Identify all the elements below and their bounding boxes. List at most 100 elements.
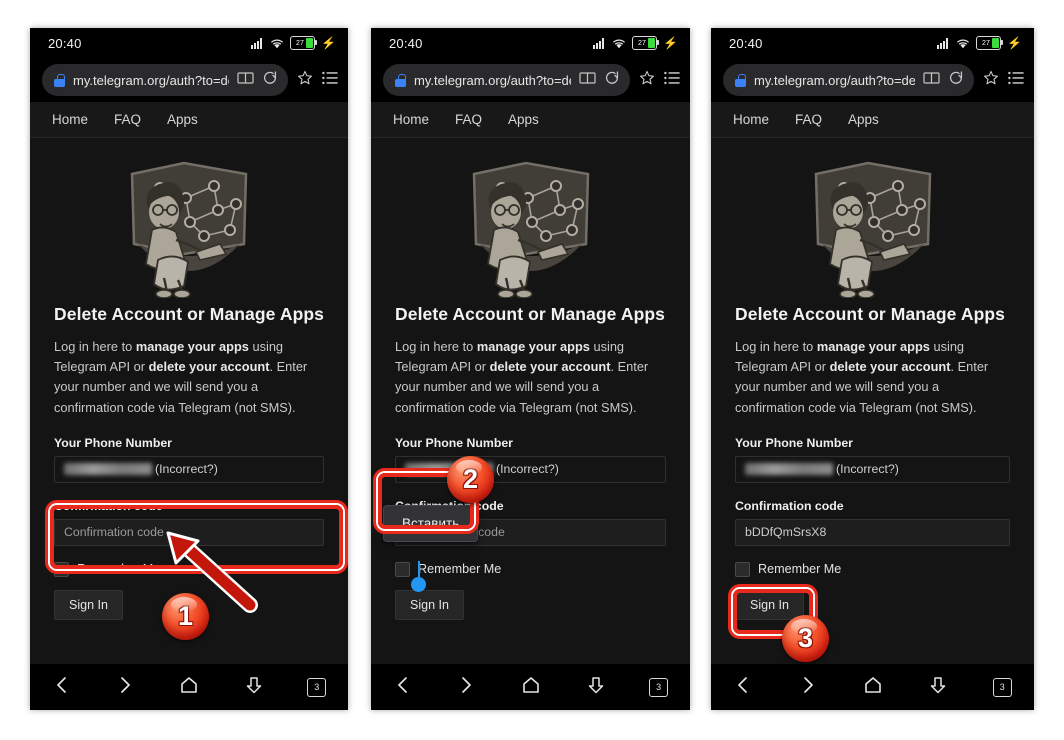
phone-incorrect-link[interactable]: (Incorrect?) [155,462,218,476]
star-icon[interactable] [639,70,655,91]
sidebar-item-faq[interactable]: FAQ [795,112,822,127]
remember-me-row[interactable]: Remember Me [735,561,1010,577]
tabs-icon[interactable]: 3 [307,677,327,697]
list-menu-icon[interactable] [322,71,338,90]
home-icon[interactable] [520,675,542,700]
text-caret [418,561,420,577]
book-icon[interactable] [237,71,254,90]
browser-toolbar: my.telegram.org/auth?to=de [711,58,1034,102]
sign-in-button[interactable]: Sign In [54,589,123,620]
annotation-step-badge-1: 1 [162,593,209,640]
reload-icon[interactable] [948,70,964,91]
url-text: my.telegram.org/auth?to=de [414,72,571,88]
status-time: 20:40 [389,35,423,51]
browser-bottom-nav: 3 [371,664,690,710]
home-icon[interactable] [862,675,884,700]
status-time: 20:40 [729,35,763,51]
intro-part-3: delete your account [489,359,611,375]
lock-icon [735,73,746,87]
sidebar-item-apps[interactable]: Apps [848,112,879,127]
lock-icon [395,73,406,87]
sidebar-item-apps[interactable]: Apps [508,112,539,127]
sign-in-button[interactable]: Sign In [735,589,804,620]
tabs-count: 3 [656,682,662,692]
download-arrow-icon[interactable] [244,675,264,700]
sidebar-item-faq[interactable]: FAQ [114,112,141,127]
reload-icon[interactable] [604,70,620,91]
omnibox[interactable]: my.telegram.org/auth?to=de [383,64,630,96]
url-text: my.telegram.org/auth?to=de [73,72,229,88]
page-intro: Log in here to manage your apps using Te… [54,337,324,418]
back-chevron-icon[interactable] [733,675,753,700]
paste-context-button[interactable]: Вставить [383,505,479,542]
browser-toolbar: my.telegram.org/auth?to=de [30,58,348,102]
list-menu-icon[interactable] [664,71,680,90]
book-icon[interactable] [923,71,940,90]
telegram-delete-account-illustration [735,138,1010,298]
omnibox[interactable]: my.telegram.org/auth?to=de [42,64,288,96]
intro-part-0: Log in here to [735,339,817,354]
battery-icon: 27 [632,36,660,50]
remember-me-row[interactable]: Remember Me [395,561,666,577]
wifi-icon [270,38,284,49]
list-menu-icon[interactable] [1008,71,1024,90]
download-arrow-icon[interactable] [928,675,948,700]
sidebar-item-home[interactable]: Home [733,112,769,127]
remember-me-checkbox[interactable] [735,561,750,577]
sign-in-button[interactable]: Sign In [395,589,464,620]
flash-icon: ⚡ [1007,36,1022,50]
star-icon[interactable] [983,70,999,91]
status-time: 20:40 [48,35,82,51]
sidebar-item-apps[interactable]: Apps [167,112,198,127]
wifi-icon [612,38,626,49]
phone-number-field[interactable]: (Incorrect?) [395,455,666,483]
telegram-delete-account-illustration [395,138,666,298]
phone-number-field[interactable]: (Incorrect?) [54,455,324,483]
phone-incorrect-link[interactable]: (Incorrect?) [496,462,559,476]
phone-screenshot-3: 20:40 27 ⚡ my.telegram.org/auth?to=de Ho… [711,28,1034,710]
home-icon[interactable] [178,675,200,700]
remember-me-checkbox[interactable] [54,561,69,577]
status-icons: 27 ⚡ [593,36,678,50]
phone-screenshot-2: 20:40 27 ⚡ my.telegram.org/auth?to=de Ho… [371,28,690,710]
confirmation-code-placeholder: Confirmation code [64,525,164,540]
page-intro: Log in here to manage your apps using Te… [735,337,1010,418]
forward-chevron-icon[interactable] [115,675,135,700]
remember-me-checkbox[interactable] [395,561,410,577]
reload-icon[interactable] [262,70,278,91]
download-arrow-icon[interactable] [586,675,606,700]
star-icon[interactable] [297,70,313,91]
screenshot-stage: 20:40 27 ⚡ my.telegram.org/auth?to=de Ho… [0,0,1064,740]
intro-part-1: manage your apps [476,339,590,354]
book-icon[interactable] [579,71,596,90]
flash-icon: ⚡ [663,36,678,50]
page-title: Delete Account or Manage Apps [395,304,665,324]
phone-number-field[interactable]: (Incorrect?) [735,455,1010,483]
sidebar-item-home[interactable]: Home [52,112,88,127]
back-chevron-icon[interactable] [393,675,413,700]
text-selection-handle[interactable] [411,577,426,592]
tabs-count: 3 [999,682,1005,692]
phone-number-label: Your Phone Number [735,435,853,450]
tabs-icon[interactable]: 3 [649,677,669,697]
signal-bars-icon [593,37,606,49]
status-bar: 20:40 27 ⚡ [711,28,1034,58]
omnibox[interactable]: my.telegram.org/auth?to=de [723,64,974,96]
tabs-icon[interactable]: 3 [992,677,1012,697]
phone-number-label: Your Phone Number [54,435,172,450]
back-chevron-icon[interactable] [52,675,72,700]
forward-chevron-icon[interactable] [798,675,818,700]
forward-chevron-icon[interactable] [456,675,476,700]
page-intro: Log in here to manage your apps using Te… [395,337,666,418]
browser-bottom-nav: 3 [30,664,348,710]
sidebar-item-faq[interactable]: FAQ [455,112,482,127]
status-icons: 27 ⚡ [937,36,1022,50]
page-title: Delete Account or Manage Apps [54,304,324,324]
annotation-step-badge-3: 3 [782,615,829,662]
status-icons: 27 ⚡ [251,36,336,50]
confirmation-code-field[interactable]: bDDfQmSrsX8 [735,518,1010,546]
phone-incorrect-link[interactable]: (Incorrect?) [836,462,899,476]
lock-icon [54,73,65,87]
confirmation-code-value: bDDfQmSrsX8 [745,525,827,540]
sidebar-item-home[interactable]: Home [393,112,429,127]
